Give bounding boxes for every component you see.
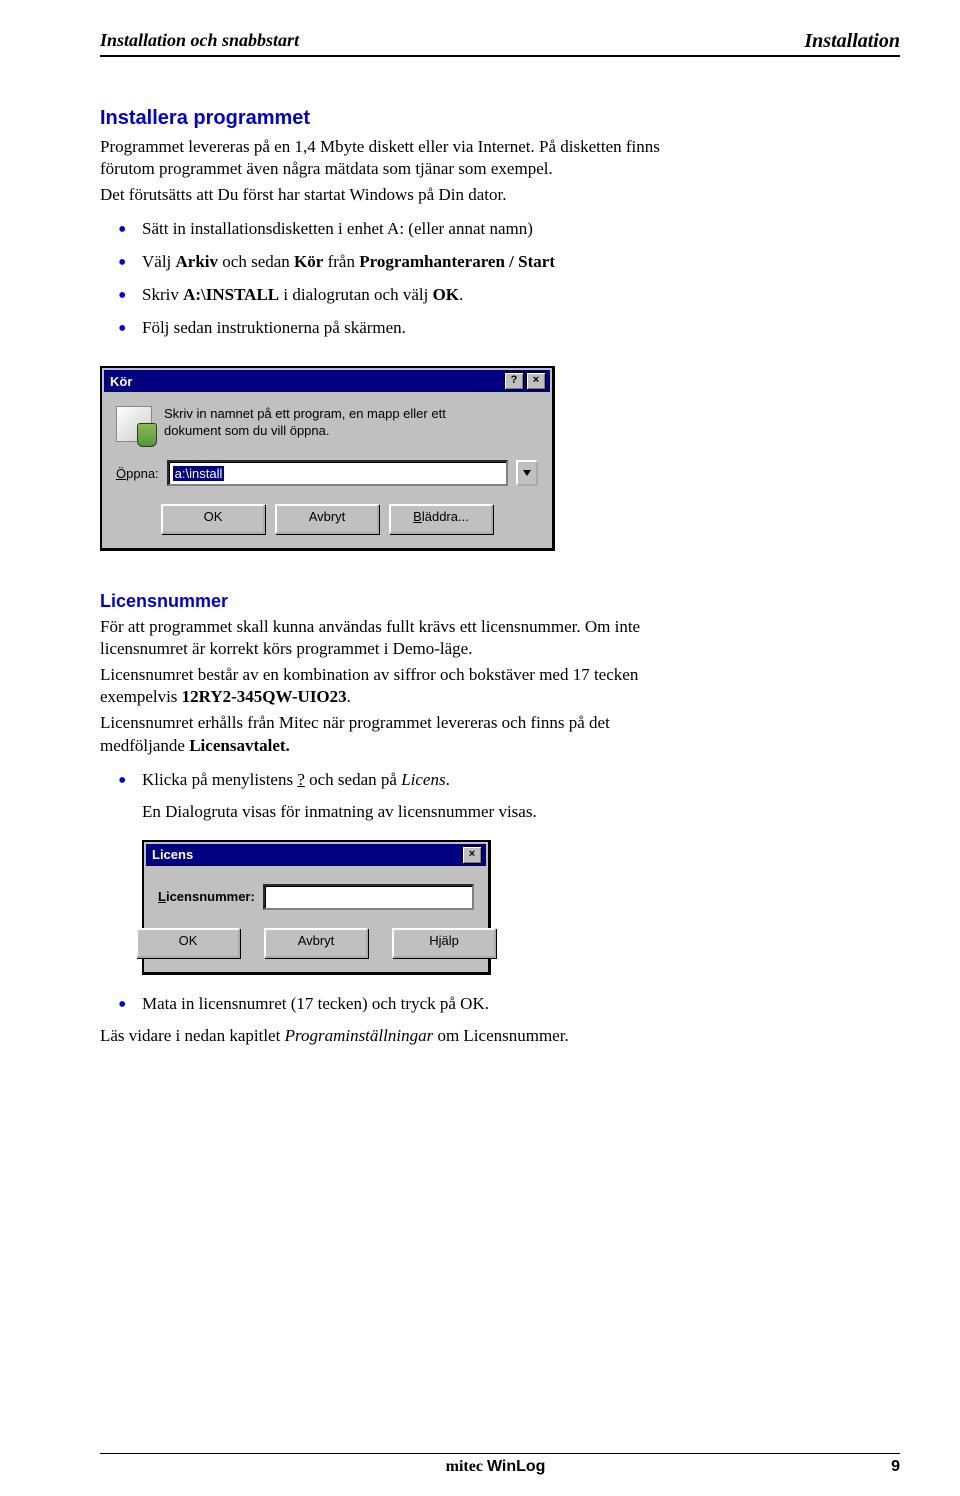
open-label: Öppna: xyxy=(116,466,159,481)
ok-button[interactable]: OK xyxy=(136,928,240,958)
page-header: Installation och snabbstart Installation xyxy=(100,30,900,57)
open-dropdown-button[interactable] xyxy=(516,460,538,486)
license-number-input[interactable] xyxy=(263,884,474,910)
footer-brand: mitec WinLog xyxy=(446,1458,546,1476)
install-bullet-4: Följ sedan instruktionerna på skärmen. xyxy=(142,317,702,340)
install-bullet-3: Skriv A:\INSTALL i dialogrutan och välj … xyxy=(142,284,702,307)
license-paragraph-2: Licensnumret består av en kombination av… xyxy=(100,664,660,708)
close-icon[interactable]: × xyxy=(462,846,482,864)
cancel-button[interactable]: Avbryt xyxy=(275,504,379,534)
install-paragraph-1: Programmet levereras på en 1,4 Mbyte dis… xyxy=(100,136,660,180)
run-dialog-title: Kör xyxy=(108,374,132,389)
page-footer: mitec WinLog 9 xyxy=(100,1453,900,1476)
open-input[interactable]: a:\install xyxy=(167,460,508,486)
run-dialog-description: Skriv in namnet på ett program, en mapp … xyxy=(164,406,464,442)
section-title-install: Installera programmet xyxy=(100,107,900,130)
license-paragraph-1: För att programmet skall kunna användas … xyxy=(100,616,660,660)
page-number: 9 xyxy=(891,1458,900,1476)
license-bullet-1: Klicka på menylistens ? och sedan på Lic… xyxy=(142,769,702,792)
license-dialog: Licens × Licensnummer: OK Avbryt Hjälp xyxy=(142,840,491,975)
license-dialog-title: Licens xyxy=(150,847,193,862)
install-bullets: Sätt in installationsdisketten i enhet A… xyxy=(100,218,702,340)
cancel-button[interactable]: Avbryt xyxy=(264,928,368,958)
run-icon xyxy=(116,406,152,442)
browse-button[interactable]: Bläddra... xyxy=(389,504,493,534)
install-paragraph-2: Det förutsätts att Du först har startat … xyxy=(100,184,660,206)
chevron-down-icon xyxy=(523,470,531,476)
header-right: Installation xyxy=(804,30,900,53)
license-bullets-1: Klicka på menylistens ? och sedan på Lic… xyxy=(100,769,702,792)
license-dialog-titlebar[interactable]: Licens × xyxy=(146,844,486,866)
install-bullet-1: Sätt in installationsdisketten i enhet A… xyxy=(142,218,702,241)
header-left: Installation och snabbstart xyxy=(100,30,299,53)
license-number-label: Licensnummer: xyxy=(158,889,255,904)
license-paragraph-4: Läs vidare i nedan kapitlet Programinstä… xyxy=(100,1025,660,1047)
help-button[interactable]: Hjälp xyxy=(392,928,496,958)
help-icon[interactable]: ? xyxy=(504,372,524,390)
license-subtext: En Dialogruta visas för inmatning av lic… xyxy=(142,802,662,822)
license-bullet-2: Mata in licensnumret (17 tecken) och try… xyxy=(142,993,702,1016)
close-icon[interactable]: × xyxy=(526,372,546,390)
license-paragraph-3: Licensnumret erhålls från Mitec när prog… xyxy=(100,712,660,756)
license-bullets-2: Mata in licensnumret (17 tecken) och try… xyxy=(100,993,702,1016)
section-title-license: Licensnummer xyxy=(100,591,900,612)
run-dialog-titlebar[interactable]: Kör ? × xyxy=(104,370,550,392)
install-bullet-2: Välj Arkiv och sedan Kör från Programhan… xyxy=(142,251,702,274)
ok-button[interactable]: OK xyxy=(161,504,265,534)
run-dialog: Kör ? × Skriv in namnet på ett program, … xyxy=(100,366,555,551)
